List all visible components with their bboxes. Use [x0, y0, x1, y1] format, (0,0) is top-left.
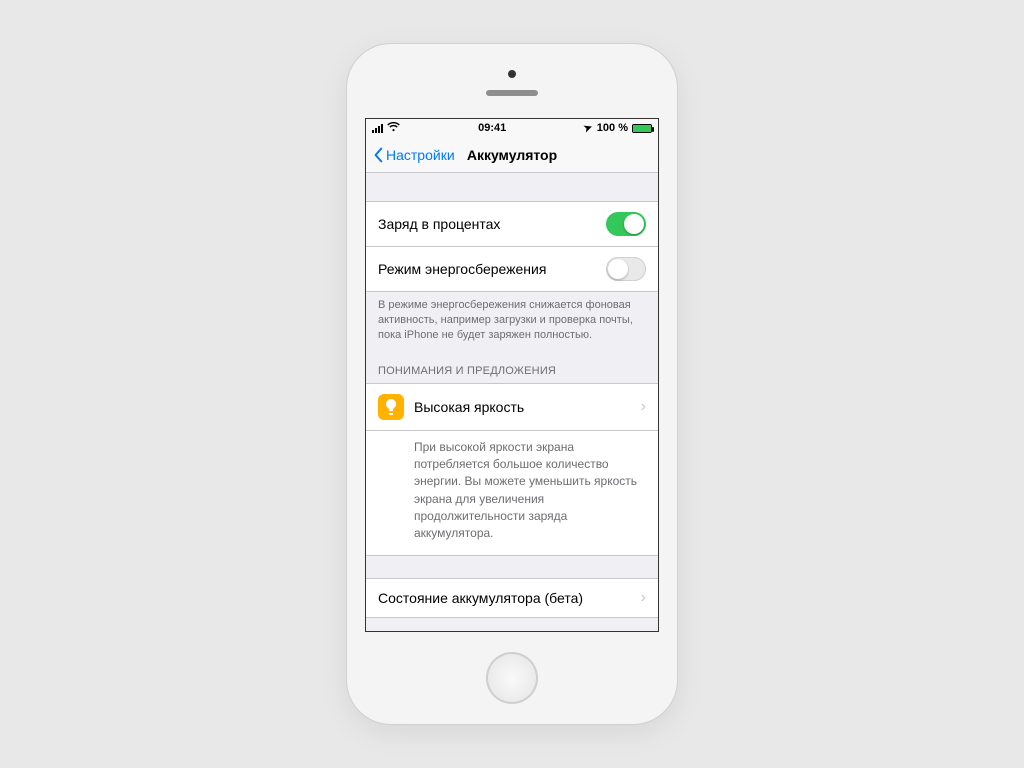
settings-content[interactable]: Заряд в процентах Режим энергосбережения… [366, 173, 658, 631]
row-high-brightness[interactable]: Высокая яркость › [366, 383, 658, 431]
nav-bar: Настройки Аккумулятор [366, 137, 658, 173]
signal-icon [372, 124, 383, 133]
home-button[interactable] [486, 652, 538, 704]
section-header-insights: ПОНИМАНИЯ И ПРЕДЛОЖЕНИЯ [366, 343, 658, 383]
lightbulb-icon [378, 394, 404, 420]
screen: 09:41 ➤ 100 % Настройки Аккумулятор Заря… [365, 118, 659, 632]
row-battery-health[interactable]: Состояние аккумулятора (бета) › [366, 578, 658, 618]
toggle-low-power-mode[interactable] [606, 257, 646, 281]
chevron-right-icon: › [641, 589, 646, 607]
row-battery-percentage[interactable]: Заряд в процентах [366, 201, 658, 247]
back-label: Настройки [386, 147, 455, 163]
low-power-note: В режиме энергосбережения снижается фоно… [366, 292, 658, 343]
chevron-right-icon: › [641, 398, 646, 416]
status-bar: 09:41 ➤ 100 % [366, 119, 658, 137]
battery-percent: 100 % [597, 122, 628, 134]
iphone-frame: 09:41 ➤ 100 % Настройки Аккумулятор Заря… [347, 44, 677, 724]
speaker-grille [486, 90, 538, 96]
wifi-icon [387, 122, 400, 135]
row-label: Высокая яркость [414, 399, 631, 415]
row-label: Состояние аккумулятора (бета) [378, 590, 631, 606]
chevron-left-icon [372, 147, 384, 163]
row-low-power-mode[interactable]: Режим энергосбережения [366, 247, 658, 292]
status-time: 09:41 [478, 122, 506, 134]
toggle-battery-percentage[interactable] [606, 212, 646, 236]
row-label: Режим энергосбережения [378, 261, 596, 277]
front-camera [508, 70, 516, 78]
high-brightness-description: При высокой яркости экрана потребляется … [366, 431, 658, 556]
location-icon: ➤ [583, 121, 595, 134]
row-label: Заряд в процентах [378, 216, 596, 232]
battery-icon [632, 124, 652, 133]
back-button[interactable]: Настройки [372, 147, 455, 163]
